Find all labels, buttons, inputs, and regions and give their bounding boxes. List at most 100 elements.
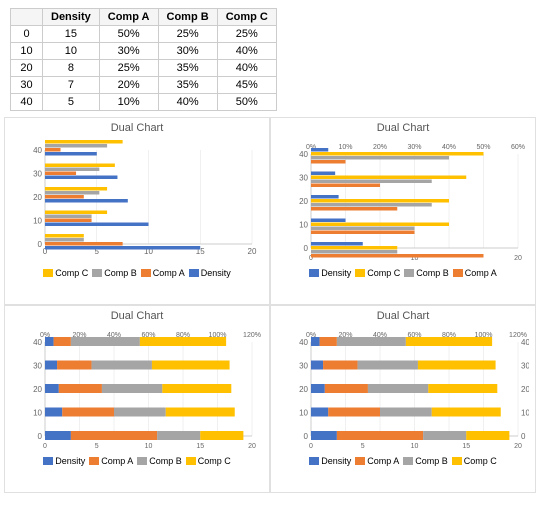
legend-label: Comp C	[464, 456, 497, 466]
svg-text:50%: 50%	[476, 144, 490, 151]
legend-item: Comp A	[89, 456, 133, 466]
svg-text:20%: 20%	[373, 144, 387, 151]
legend-item: Density	[43, 456, 85, 466]
legend-label: Comp B	[104, 268, 137, 278]
chart-bottom-left: Dual Chart 0%20%40%60%80%100%120%0510152…	[4, 305, 270, 493]
legend-label: Comp C	[367, 268, 400, 278]
chart-tl-title: Dual Chart	[11, 122, 263, 134]
chart-br-title: Dual Chart	[277, 310, 529, 322]
svg-text:60%: 60%	[511, 144, 525, 151]
legend-color-swatch	[453, 269, 463, 277]
chart-tl-legend: Comp C Comp B Comp A Density	[11, 268, 263, 278]
svg-text:40: 40	[33, 338, 42, 347]
svg-text:10: 10	[411, 443, 419, 450]
legend-label: Comp A	[367, 456, 399, 466]
legend-item: Comp C	[186, 456, 231, 466]
legend-color-swatch	[309, 457, 319, 465]
legend-item: Comp A	[453, 268, 497, 278]
legend-item: Comp B	[92, 268, 137, 278]
chart-top-right: Dual Chart 0%10%20%30%40%50%60%010200102…	[270, 117, 536, 305]
legend-color-swatch	[355, 457, 365, 465]
legend-item: Comp C	[43, 268, 88, 278]
svg-text:10: 10	[299, 409, 308, 418]
svg-text:40: 40	[299, 338, 308, 347]
legend-color-swatch	[189, 269, 199, 277]
legend-color-swatch	[186, 457, 196, 465]
svg-text:20: 20	[248, 247, 257, 256]
svg-text:20: 20	[299, 197, 308, 206]
svg-text:0: 0	[309, 443, 313, 450]
svg-text:10: 10	[521, 409, 529, 418]
svg-text:20: 20	[521, 385, 529, 394]
svg-text:40%: 40%	[442, 144, 456, 151]
legend-label: Comp B	[416, 268, 449, 278]
svg-text:0: 0	[38, 432, 43, 441]
legend-label: Comp A	[153, 268, 185, 278]
legend-item: Comp B	[403, 456, 448, 466]
svg-text:0: 0	[43, 443, 47, 450]
legend-item: Comp A	[355, 456, 399, 466]
svg-text:0: 0	[38, 240, 43, 249]
legend-color-swatch	[43, 457, 53, 465]
svg-text:40: 40	[299, 150, 308, 159]
svg-text:0: 0	[304, 244, 309, 253]
svg-text:10: 10	[33, 409, 42, 418]
svg-text:15: 15	[196, 443, 204, 450]
legend-color-swatch	[403, 457, 413, 465]
svg-text:5: 5	[361, 443, 365, 450]
chart-bl-title: Dual Chart	[11, 310, 263, 322]
svg-text:30: 30	[299, 174, 308, 183]
svg-text:0: 0	[521, 432, 526, 441]
legend-item: Comp B	[137, 456, 182, 466]
legend-label: Comp B	[149, 456, 182, 466]
chart-bl-legend: Density Comp A Comp B Comp C	[11, 456, 263, 466]
svg-text:10: 10	[145, 443, 153, 450]
legend-color-swatch	[355, 269, 365, 277]
legend-item: Density	[189, 268, 231, 278]
legend-item: Comp B	[404, 268, 449, 278]
legend-color-swatch	[141, 269, 151, 277]
chart-br-legend: DensityComp AComp BComp C	[277, 456, 529, 466]
legend-label: Comp B	[415, 456, 448, 466]
legend-label: Density	[201, 268, 231, 278]
charts-grid: Dual Chart 05101520010203040 Comp CComp …	[0, 117, 540, 497]
svg-text:30: 30	[521, 362, 529, 371]
legend-color-swatch	[309, 269, 319, 277]
svg-text:0: 0	[304, 432, 309, 441]
legend-label: Comp A	[465, 268, 497, 278]
legend-color-swatch	[404, 269, 414, 277]
svg-text:10%: 10%	[338, 144, 352, 151]
legend-item: Density	[309, 268, 351, 278]
legend-item: Comp C	[452, 456, 497, 466]
svg-text:10: 10	[33, 217, 42, 226]
svg-text:30: 30	[299, 362, 308, 371]
svg-text:30: 30	[33, 362, 42, 371]
svg-text:30%: 30%	[407, 144, 421, 151]
svg-text:15: 15	[462, 443, 470, 450]
svg-text:120%: 120%	[243, 332, 261, 339]
legend-label: Density	[55, 456, 85, 466]
svg-text:20: 20	[248, 443, 256, 450]
chart-tr-legend: Density Comp C Comp B Comp A	[277, 268, 529, 278]
svg-text:20: 20	[514, 443, 522, 450]
legend-color-swatch	[43, 269, 53, 277]
data-table: DensityComp AComp BComp C01550%25%25%101…	[10, 8, 277, 111]
data-table-section: DensityComp AComp BComp C01550%25%25%101…	[0, 0, 540, 117]
chart-tr-title: Dual Chart	[277, 122, 529, 134]
svg-text:5: 5	[95, 443, 99, 450]
legend-label: Density	[321, 268, 351, 278]
legend-item: Comp A	[141, 268, 185, 278]
svg-text:40: 40	[33, 146, 42, 155]
legend-color-swatch	[452, 457, 462, 465]
legend-label: Comp C	[55, 268, 88, 278]
legend-color-swatch	[89, 457, 99, 465]
legend-item: Comp C	[355, 268, 400, 278]
chart-top-left: Dual Chart 05101520010203040 Comp CComp …	[4, 117, 270, 305]
legend-label: Comp C	[198, 456, 231, 466]
svg-text:20: 20	[514, 255, 522, 262]
legend-color-swatch	[137, 457, 147, 465]
chart-bottom-right: Dual Chart 0%20%40%60%80%100%120%0510152…	[270, 305, 536, 493]
svg-text:30: 30	[33, 170, 42, 179]
svg-text:20: 20	[33, 385, 42, 394]
svg-text:20: 20	[299, 385, 308, 394]
